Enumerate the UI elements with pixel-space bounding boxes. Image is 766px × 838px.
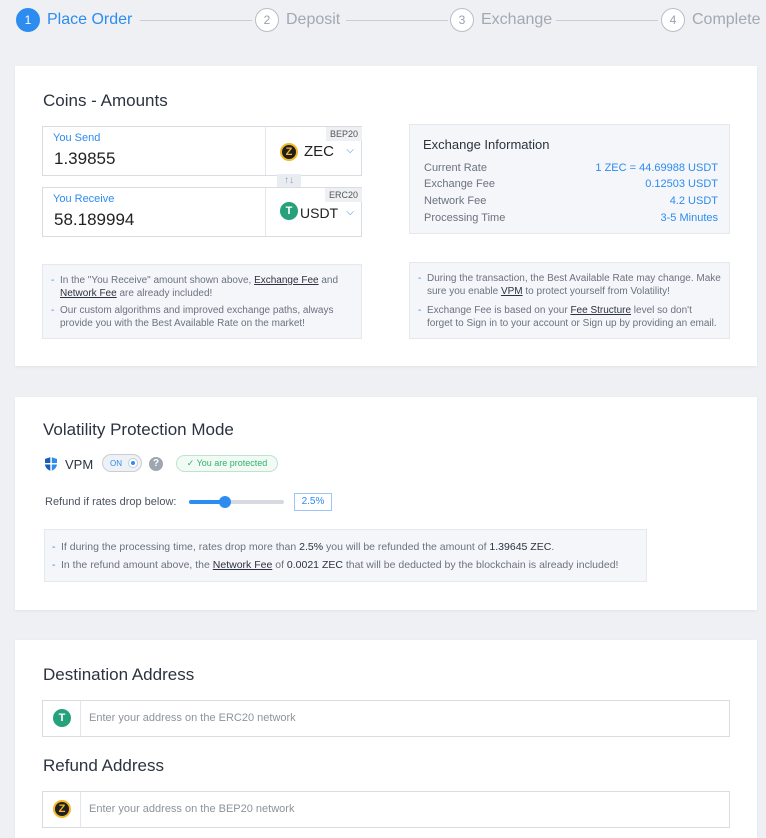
step-exchange: 3 Exchange <box>450 8 552 32</box>
refund-note: - If during the processing time, rates dr… <box>44 529 647 582</box>
send-amount-input[interactable]: 1.39855 <box>54 149 115 169</box>
progress-stepper: 1 Place Order 2 Deposit 3 Exchange 4 Com… <box>0 0 766 42</box>
step-number: 2 <box>255 8 279 32</box>
receive-network-badge: ERC20 <box>324 188 362 202</box>
toggle-knob <box>128 458 138 468</box>
send-coin-select[interactable]: BEP20 Z ZEC ⌵ <box>265 127 362 175</box>
address-card: Destination Address T Refund Address Z <box>15 640 757 838</box>
coins-amounts-title: Coins - Amounts <box>43 91 168 110</box>
coins-amounts-card: Coins - Amounts You Send 1.39855 BEP20 Z… <box>15 66 757 366</box>
receive-amount-value: 58.189994 <box>54 210 135 229</box>
usdt-icon: T <box>53 709 71 727</box>
step-label: Exchange <box>481 11 553 28</box>
network-fee-link[interactable]: Network Fee <box>60 288 117 299</box>
vpm-toggle[interactable]: ON <box>102 454 142 472</box>
step-number: 1 <box>16 8 40 32</box>
step-connector <box>140 20 252 21</box>
refund-address-title: Refund Address <box>43 756 164 775</box>
step-label: Complete <box>692 11 761 28</box>
send-network-badge: BEP20 <box>325 127 362 141</box>
info-label: Exchange Fee <box>424 178 495 190</box>
step-complete: 4 Complete <box>661 8 760 32</box>
info-row-processing-time: Processing Time 3-5 Minutes <box>424 212 718 224</box>
send-coin-name: ZEC <box>304 143 334 160</box>
vpm-link[interactable]: VPM <box>501 286 523 297</box>
address-icon-cell: Z <box>43 792 81 827</box>
zec-icon: Z <box>280 143 298 161</box>
step-connector <box>556 20 658 21</box>
send-amount-box[interactable]: You Send 1.39855 BEP20 Z ZEC ⌵ <box>42 126 362 176</box>
refund-slider-track[interactable] <box>189 500 284 504</box>
info-value: 1 ZEC = 44.69988 USDT <box>595 162 718 174</box>
usdt-icon: T <box>280 202 298 220</box>
protected-badge: ✓ You are protected <box>176 455 278 472</box>
exchange-info-panel: Exchange Information Current Rate 1 ZEC … <box>409 124 730 234</box>
destination-address-input[interactable] <box>89 709 709 727</box>
shield-icon <box>45 457 57 471</box>
info-label: Processing Time <box>424 212 506 224</box>
exchange-fee-link[interactable]: Exchange Fee <box>254 275 319 286</box>
receive-coin-select[interactable]: ERC20 T USDT ⌵ <box>265 188 362 236</box>
refund-percent-input[interactable]: 2.5% <box>294 493 332 511</box>
vpm-note: - During the transaction, the Best Availa… <box>409 262 730 339</box>
info-value: 0.12503 USDT <box>645 178 718 190</box>
refund-address-input[interactable] <box>89 800 709 818</box>
info-row-current-rate: Current Rate 1 ZEC = 44.69988 USDT <box>424 162 718 174</box>
exchange-info-title: Exchange Information <box>423 137 550 152</box>
info-value: 3-5 Minutes <box>660 212 718 224</box>
info-value: 4.2 USDT <box>669 195 718 207</box>
vpm-title: Volatility Protection Mode <box>43 420 234 439</box>
send-label: You Send <box>53 132 101 144</box>
receive-coin-name: USDT <box>300 205 339 221</box>
vpm-card: Volatility Protection Mode VPM ON ? ✓ Yo… <box>15 397 757 610</box>
step-connector <box>346 20 448 21</box>
step-number: 3 <box>450 8 474 32</box>
destination-address-title: Destination Address <box>43 665 195 684</box>
info-row-network-fee: Network Fee 4.2 USDT <box>424 195 718 207</box>
zec-icon: Z <box>53 800 71 818</box>
step-label: Place Order <box>47 11 133 28</box>
info-label: Network Fee <box>424 195 487 207</box>
step-deposit: 2 Deposit <box>255 8 340 32</box>
step-number: 4 <box>661 8 685 32</box>
network-fee-link[interactable]: Network Fee <box>213 559 273 571</box>
step-place-order: 1 Place Order <box>16 8 132 32</box>
destination-address-field[interactable]: T <box>42 700 730 737</box>
chevron-down-icon: ⌵ <box>346 145 354 156</box>
fee-structure-link[interactable]: Fee Structure <box>570 305 631 316</box>
address-icon-cell: T <box>43 701 81 736</box>
info-row-exchange-fee: Exchange Fee 0.12503 USDT <box>424 178 718 190</box>
swap-arrows-icon[interactable]: ↑↓ <box>277 174 301 188</box>
info-label: Current Rate <box>424 162 487 174</box>
chevron-down-icon: ⌵ <box>346 207 354 218</box>
fees-note: - In the "You Receive" amount shown above… <box>42 264 362 339</box>
refund-address-field[interactable]: Z <box>42 791 730 828</box>
receive-label: You Receive <box>53 193 115 205</box>
step-label: Deposit <box>286 11 341 28</box>
vpm-label: VPM <box>65 457 94 472</box>
receive-amount-box[interactable]: You Receive 58.189994 ERC20 T USDT ⌵ <box>42 187 362 237</box>
help-icon[interactable]: ? <box>149 457 163 471</box>
refund-slider-handle[interactable] <box>218 496 231 508</box>
toggle-state: ON <box>110 459 122 468</box>
refund-threshold-label: Refund if rates drop below: <box>45 496 177 508</box>
